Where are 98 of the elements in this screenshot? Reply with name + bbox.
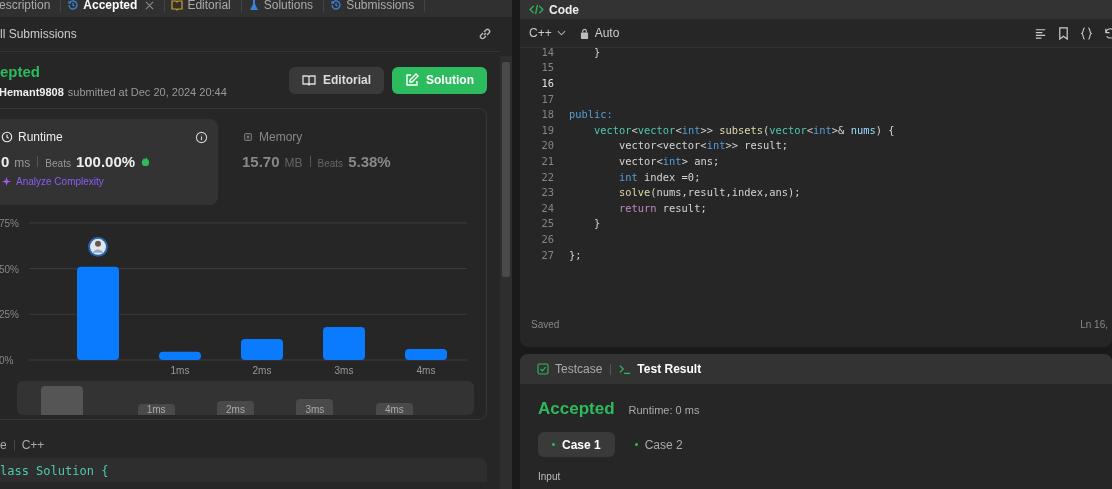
runtime-beats: 100.00% — [75, 153, 136, 170]
code-line: } — [593, 217, 601, 230]
braces-icon[interactable] — [1080, 26, 1093, 40]
line-number: 23 — [540, 186, 555, 199]
line-number: 21 — [540, 154, 555, 167]
memory-value: 15.70 — [242, 153, 280, 170]
range-label: 4ms — [375, 403, 413, 415]
edit-icon — [405, 73, 419, 87]
submission-time: submitted at Dec 20, 2024 20:44 — [67, 85, 227, 98]
undo-icon[interactable] — [1103, 26, 1112, 40]
code-line: int index =0; — [618, 170, 701, 183]
panel-tab[interactable]: Submissions — [324, 0, 426, 12]
beats-label: Beats — [317, 158, 344, 169]
beats-label: Beats — [45, 158, 71, 169]
code-line: vector<int> ans; — [618, 154, 720, 167]
sparkle-icon — [1, 176, 12, 187]
chart-bar[interactable] — [405, 349, 447, 360]
code-line: return result; — [618, 201, 707, 214]
axis-tick-label: 25% — [0, 309, 19, 321]
memory-unit: MB — [284, 156, 303, 170]
range-selector[interactable]: 1ms 2ms 3ms 4ms — [17, 381, 474, 415]
result-status: epted — [0, 62, 41, 80]
history-icon — [67, 0, 80, 11]
code-line: } — [593, 45, 601, 58]
line-number: 15 — [540, 61, 555, 74]
code-icon — [529, 4, 544, 15]
runtime-unit: ms — [14, 156, 31, 170]
line-number: 14 — [540, 45, 555, 58]
line-number: 24 — [540, 201, 555, 214]
axis-tick-label: 0% — [0, 355, 14, 366]
history-icon — [330, 0, 343, 11]
close-icon[interactable] — [145, 0, 155, 10]
code-line: public: — [569, 108, 613, 121]
result-status: Accepted — [538, 399, 615, 419]
axis-label: 4ms — [416, 365, 436, 376]
range-label: 1ms — [137, 403, 175, 415]
runtime-title: Runtime — [18, 130, 63, 144]
memory-card[interactable]: Memory 15.70 MB Beats 5.38% — [218, 119, 391, 205]
format-icon[interactable] — [1034, 26, 1047, 40]
mode-label[interactable]: Auto — [594, 26, 620, 40]
info-icon[interactable] — [195, 130, 208, 144]
runtime-value: 0 — [1, 153, 10, 170]
scrollbar-thumb[interactable] — [502, 62, 510, 277]
range-label: 2ms — [217, 401, 254, 415]
code-preview: lass Solution { — [0, 458, 487, 482]
username-link[interactable]: Hemant9808 — [0, 85, 64, 98]
code-line: vector<vector<int>> result; — [618, 139, 788, 152]
line-number: 27 — [540, 248, 555, 261]
save-status: Saved — [531, 319, 560, 330]
axis-label: 1ms — [170, 365, 190, 376]
chart-bar[interactable] — [159, 351, 201, 360]
checkbox-icon — [537, 363, 549, 375]
panel-tab[interactable]: Accepted — [61, 0, 166, 12]
cursor-position: Ln 16, — [1080, 319, 1108, 330]
panel-tab[interactable]: escription — [0, 0, 62, 12]
axis-tick-label: 50% — [0, 263, 19, 275]
terminal-icon — [619, 363, 632, 375]
memory-title: Memory — [259, 130, 303, 144]
case-tab[interactable]: Case 2 — [620, 432, 697, 457]
line-number: 25 — [540, 217, 555, 230]
bookmark-icon[interactable] — [1057, 26, 1070, 40]
line-number: 22 — [540, 170, 555, 183]
code-label: e — [0, 438, 7, 452]
axis-label: 3ms — [334, 365, 354, 376]
panel-tab[interactable]: Solutions — [241, 0, 325, 12]
line-number: 20 — [540, 139, 555, 152]
code-line: }; — [569, 248, 582, 261]
lock-icon — [579, 27, 589, 39]
line-number: 17 — [540, 92, 555, 105]
panel-title: Code — [549, 2, 579, 17]
language-dropdown[interactable]: C++ — [529, 26, 552, 40]
panel-tab[interactable]: Editorial — [165, 0, 242, 12]
line-number: 18 — [540, 108, 555, 121]
language-label: C++ — [21, 438, 45, 452]
range-label: 3ms — [296, 399, 334, 415]
all-submissions-link[interactable]: ll Submissions — [0, 27, 77, 41]
link-icon[interactable] — [478, 27, 492, 41]
editorial-button[interactable]: Editorial — [289, 66, 384, 94]
input-label: Input — [538, 471, 562, 482]
line-number: 26 — [540, 232, 555, 245]
memory-beats: 5.38% — [348, 153, 391, 170]
runtime-card[interactable]: Runtime 0 ms Beats 100.00% Analyze Complexity — [0, 119, 218, 205]
code-line: solve(nums,result,index,ans); — [618, 186, 801, 199]
line-number: 16 — [540, 77, 555, 89]
flask-icon — [247, 0, 260, 11]
clock-icon — [1, 131, 13, 143]
book-icon — [171, 0, 184, 11]
axis-label: 2ms — [252, 365, 272, 376]
line-number: 19 — [540, 123, 555, 136]
panel-tab[interactable]: Test Result — [637, 362, 702, 376]
book-icon — [302, 73, 316, 87]
case-tab[interactable]: Case 1 — [538, 432, 615, 457]
code-line: vector<vector<int>> subsets(vector<int>& nums) { — [593, 123, 895, 136]
runtime-text: Runtime: 0 ms — [628, 404, 700, 416]
panel-tab[interactable]: Testcase — [555, 362, 603, 376]
chip-icon — [242, 131, 254, 143]
caret-icon[interactable] — [556, 30, 566, 36]
axis-tick-label: 75% — [0, 218, 19, 229]
